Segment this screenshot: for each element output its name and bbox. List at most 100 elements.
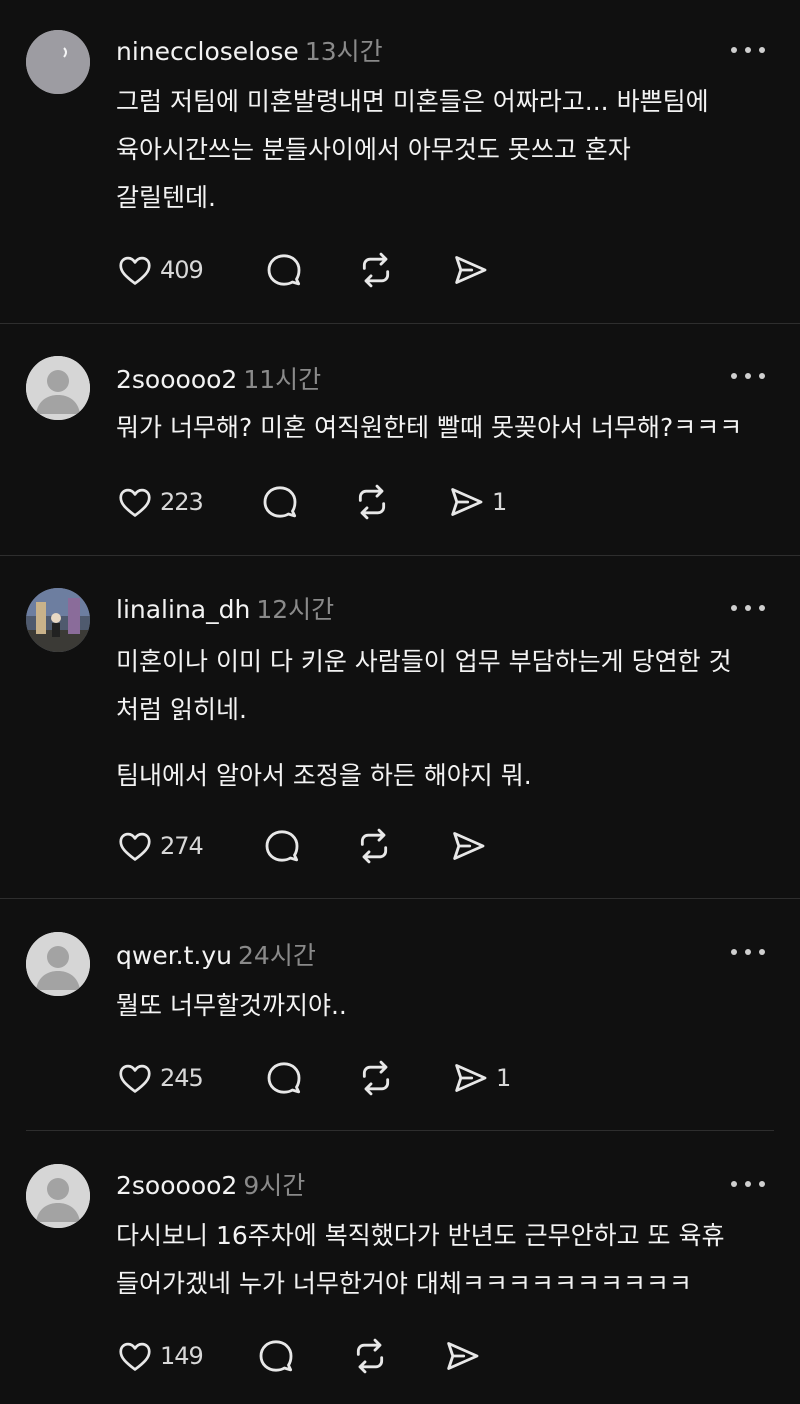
more-options-button[interactable] [728, 40, 768, 60]
repost-button[interactable] [356, 1056, 396, 1100]
share-button[interactable]: 1 [450, 1056, 511, 1100]
paper-plane-icon [455, 256, 487, 284]
more-options-button[interactable] [728, 942, 768, 962]
paper-plane-icon [455, 1064, 487, 1092]
like-count: 149 [160, 1342, 204, 1370]
username[interactable]: 2sooooo2 [116, 365, 237, 394]
repost-button[interactable] [356, 248, 396, 292]
post-header: 2sooooo2 11시간 [116, 360, 321, 394]
post-text-line: 뭐가 너무해? 미혼 여직원한테 빨때 못꽂아서 너무해?ㅋㅋㅋ [116, 413, 743, 442]
heart-icon [119, 256, 151, 285]
paper-plane-icon [453, 832, 485, 860]
post-text-line: 미혼이나 이미 다 키운 사람들이 업무 부담하는게 당연한 것 [116, 647, 732, 676]
share-button[interactable] [450, 248, 496, 292]
avatar-photo-image [26, 588, 90, 652]
timestamp: 12시간 [256, 595, 335, 624]
avatar[interactable] [26, 1164, 90, 1228]
paper-plane-icon [451, 488, 483, 516]
divider [0, 555, 800, 556]
speech-bubble-icon [267, 254, 301, 286]
reply-button[interactable] [264, 1056, 304, 1100]
post-body: 뭐가 너무해? 미혼 여직원한테 빨때 못꽂아서 너무해?ㅋㅋㅋ [116, 404, 776, 452]
reply-button[interactable] [262, 824, 302, 868]
more-options-button[interactable] [728, 598, 768, 618]
default-avatar-icon [26, 1164, 90, 1228]
share-button[interactable]: 1 [446, 480, 507, 524]
speech-bubble-icon [259, 1340, 293, 1372]
divider [0, 898, 800, 899]
username[interactable]: 2sooooo2 [116, 1171, 237, 1200]
repost-arrows-icon [358, 484, 386, 520]
timestamp: 13시간 [304, 37, 383, 66]
heart-icon [119, 832, 151, 861]
speech-bubble-icon [265, 830, 299, 862]
reply-button[interactable] [260, 480, 300, 524]
heart-icon [119, 1064, 151, 1093]
share-button[interactable] [448, 824, 494, 868]
like-count: 223 [160, 488, 204, 516]
share-button[interactable] [442, 1334, 488, 1378]
avatar[interactable] [26, 588, 90, 652]
username[interactable]: qwer.t.yu [116, 941, 232, 970]
avatar[interactable] [26, 30, 90, 94]
post-text-line: 처럼 읽히네. [116, 695, 247, 724]
like-button[interactable]: 245 [116, 1056, 204, 1100]
like-button[interactable]: 274 [116, 824, 204, 868]
post-text-line: 그럼 저팀에 미혼발령내면 미혼들은 어짜라고... 바쁜팀에 [116, 87, 709, 116]
repost-button[interactable] [354, 824, 394, 868]
ellipsis-icon [731, 949, 765, 955]
ellipsis-icon [731, 373, 765, 379]
default-avatar-icon [26, 932, 90, 996]
like-count: 245 [160, 1064, 204, 1092]
default-avatar-icon [26, 356, 90, 420]
like-count: 409 [160, 256, 204, 284]
ellipsis-icon [731, 47, 765, 53]
divider [26, 1130, 774, 1131]
post-header: nineccloselose 13시간 [116, 32, 383, 66]
repost-arrows-icon [360, 828, 388, 864]
more-options-button[interactable] [728, 366, 768, 386]
post-header: qwer.t.yu 24시간 [116, 936, 316, 970]
timestamp: 24시간 [238, 941, 316, 970]
username[interactable]: linalina_dh [116, 595, 250, 624]
post-text-line: 육아시간쓰는 분들사이에서 아무것도 못쓰고 혼자 [116, 135, 631, 164]
reply-button[interactable] [256, 1334, 296, 1378]
post-header: 2sooooo2 9시간 [116, 1166, 305, 1200]
post-body: 그럼 저팀에 미혼발령내면 미혼들은 어짜라고... 바쁜팀에 육아시간쓰는 분… [116, 78, 776, 222]
repost-arrows-icon [362, 252, 390, 288]
repost-arrows-icon [362, 1060, 390, 1096]
post-body: 다시보니 16주차에 복직했다가 반년도 근무안하고 또 육휴 들어가겠네 누가… [116, 1212, 776, 1308]
post-body: 미혼이나 이미 다 키운 사람들이 업무 부담하는게 당연한 것 처럼 읽히네.… [116, 638, 776, 800]
username[interactable]: nineccloselose [116, 37, 299, 66]
post-text-line: 들어가겠네 누가 너무한거야 대체ㅋㅋㅋㅋㅋㅋㅋㅋㅋㅋ [116, 1269, 692, 1298]
like-count: 274 [160, 832, 204, 860]
post-text-line: 팀내에서 알아서 조정을 하든 해야지 뭐. [116, 761, 532, 790]
reply-button[interactable] [264, 248, 304, 292]
post-text-line: 갈릴텐데. [116, 183, 216, 212]
paper-plane-icon [447, 1342, 479, 1370]
share-count: 1 [492, 488, 507, 516]
share-count: 1 [496, 1064, 511, 1092]
heart-icon [119, 488, 151, 517]
timestamp: 11시간 [243, 365, 322, 394]
repost-arrows-icon [356, 1338, 384, 1374]
repost-button[interactable] [352, 480, 392, 524]
post-text-line: 뭘또 너무할것까지야.. [116, 991, 347, 1020]
heart-icon [119, 1342, 151, 1371]
more-options-button[interactable] [728, 1174, 768, 1194]
post-body: 뭘또 너무할것까지야.. [116, 982, 776, 1030]
ellipsis-icon [731, 605, 765, 611]
avatar[interactable] [26, 356, 90, 420]
post-text-line: 다시보니 16주차에 복직했다가 반년도 근무안하고 또 육휴 [116, 1221, 725, 1250]
like-button[interactable]: 223 [116, 480, 204, 524]
speech-bubble-icon [263, 486, 297, 518]
ellipsis-icon [731, 1181, 765, 1187]
timestamp: 9시간 [243, 1171, 306, 1200]
repost-button[interactable] [350, 1334, 390, 1378]
like-button[interactable]: 149 [116, 1334, 204, 1378]
divider [0, 323, 800, 324]
avatar[interactable] [26, 932, 90, 996]
avatar-image [26, 30, 90, 94]
like-button[interactable]: 409 [116, 248, 204, 292]
